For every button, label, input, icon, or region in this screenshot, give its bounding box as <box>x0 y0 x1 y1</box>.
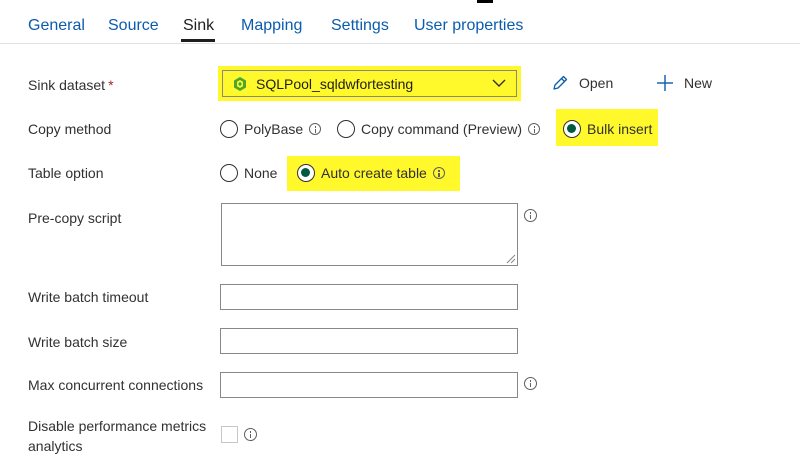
sink-dataset-label-text: Sink dataset <box>28 77 106 93</box>
active-tab-indicator <box>181 39 215 42</box>
disable-perf-metrics-label-line1: Disable performance metrics <box>28 418 207 434</box>
tab-user-properties[interactable]: User properties <box>414 17 523 35</box>
new-label: New <box>684 75 713 91</box>
info-icon <box>524 377 537 390</box>
copy-method-label: Copy method <box>28 121 112 137</box>
radio-auto-create-table[interactable]: Auto create table <box>297 164 445 182</box>
max-concurrent-connections-label: Max concurrent connections <box>28 377 204 393</box>
plus-icon <box>657 75 673 91</box>
sql-pool-icon <box>234 77 246 91</box>
new-dataset-button[interactable]: New <box>656 74 712 92</box>
tab-settings[interactable]: Settings <box>331 17 389 35</box>
radio-circle <box>220 120 238 138</box>
radio-polybase-label: PolyBase <box>244 121 304 137</box>
radio-copy-command-label: Copy command (Preview) <box>361 121 523 137</box>
info-icon <box>524 209 537 222</box>
radio-copy-command[interactable]: Copy command (Preview) <box>337 120 541 138</box>
required-marker: * <box>108 77 114 93</box>
radio-none[interactable]: None <box>220 164 277 182</box>
resize-handle-icon[interactable] <box>506 254 516 264</box>
pencil-icon <box>553 75 568 90</box>
write-batch-timeout-input[interactable] <box>220 284 518 310</box>
radio-auto-create-label: Auto create table <box>321 165 427 181</box>
radio-circle <box>337 120 355 138</box>
open-dataset-button[interactable]: Open <box>551 74 613 92</box>
sink-dataset-value: SQLPool_sqldwfortesting <box>256 76 414 92</box>
pre-copy-script-textarea[interactable] <box>221 203 518 266</box>
tab-sink[interactable]: Sink <box>183 17 214 35</box>
window-edge-mark <box>477 0 493 3</box>
chevron-down-icon <box>492 79 506 87</box>
open-label: Open <box>579 75 614 91</box>
radio-circle-selected <box>297 164 315 182</box>
max-concurrent-connections-input[interactable] <box>220 372 518 398</box>
info-icon <box>528 123 541 135</box>
sink-dataset-dropdown[interactable]: SQLPool_sqldwfortesting <box>222 70 517 97</box>
tab-general[interactable]: General <box>28 17 85 35</box>
write-batch-size-label: Write batch size <box>28 334 128 350</box>
radio-circle-selected <box>563 120 581 138</box>
radio-polybase[interactable]: PolyBase <box>220 120 322 138</box>
disable-perf-metrics-label-line2: analytics <box>28 438 83 454</box>
tab-bar: General Source Sink Mapping Settings Use… <box>0 0 800 44</box>
disable-perf-metrics-checkbox[interactable] <box>221 426 238 443</box>
tab-source[interactable]: Source <box>108 17 159 35</box>
radio-bulk-insert[interactable]: Bulk insert <box>563 120 652 138</box>
radio-bulk-insert-label: Bulk insert <box>587 121 653 137</box>
write-batch-size-input[interactable] <box>220 328 518 354</box>
sink-dataset-label: Sink dataset * <box>28 77 114 93</box>
info-icon <box>309 123 322 135</box>
radio-circle <box>220 164 238 182</box>
radio-none-label: None <box>244 165 278 181</box>
tab-mapping[interactable]: Mapping <box>241 17 302 35</box>
write-batch-timeout-label: Write batch timeout <box>28 289 149 305</box>
pre-copy-script-label: Pre-copy script <box>28 210 122 226</box>
info-icon <box>432 167 445 179</box>
info-icon <box>244 428 257 441</box>
table-option-label: Table option <box>28 165 104 181</box>
